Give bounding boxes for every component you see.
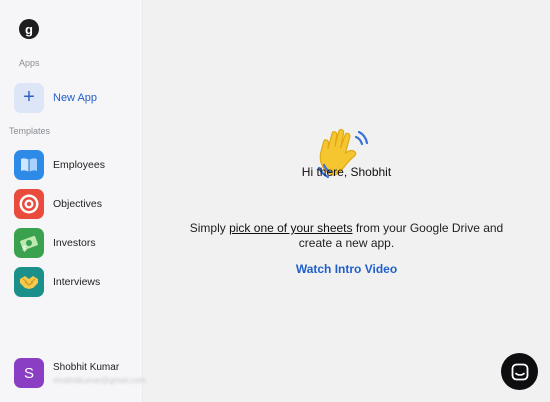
handshake-icon xyxy=(14,267,44,297)
money-icon: $ xyxy=(14,228,44,258)
main-panel: Hi there, Shobhit Simply pick one of you… xyxy=(143,0,550,402)
template-investors[interactable]: $ Investors xyxy=(14,228,96,258)
book-icon xyxy=(14,150,44,180)
template-employees[interactable]: Employees xyxy=(14,150,105,180)
chat-support-button[interactable] xyxy=(501,353,538,390)
template-label: Investors xyxy=(53,237,96,249)
template-label: Interviews xyxy=(53,276,101,288)
new-app-label: New App xyxy=(53,92,98,104)
message-mid: from your Google Drive and xyxy=(352,221,504,235)
avatar: S xyxy=(14,358,44,388)
message-line2: create a new app. xyxy=(298,236,395,250)
plus-icon: + xyxy=(14,83,44,113)
sidebar: g Apps + New App Templates Employees Obj… xyxy=(0,0,146,402)
templates-section-label: Templates xyxy=(9,126,51,136)
message-prefix: Simply xyxy=(189,221,230,235)
chat-icon xyxy=(511,363,528,380)
user-name: Shobhit Kumar xyxy=(53,361,120,373)
apps-section-label: Apps xyxy=(19,58,40,68)
template-interviews[interactable]: Interviews xyxy=(14,267,100,297)
watch-intro-video-link[interactable]: Watch Intro Video xyxy=(143,262,550,276)
pick-sheet-link[interactable]: pick one of your sheets xyxy=(229,221,352,235)
template-objectives[interactable]: Objectives xyxy=(14,189,102,219)
intro-message: Simply pick one of your sheets from your… xyxy=(143,221,550,251)
glide-logo[interactable]: g xyxy=(19,19,39,39)
user-email: shobhitkumar@gmail.com xyxy=(53,375,146,385)
user-account[interactable]: S Shobhit Kumar shobhitkumar@gmail.com xyxy=(14,358,146,388)
template-label: Objectives xyxy=(53,198,103,210)
target-icon xyxy=(14,189,44,219)
template-label: Employees xyxy=(53,159,105,171)
new-app-button[interactable]: + New App xyxy=(14,83,97,113)
greeting-heading: Hi there, Shobhit xyxy=(301,165,392,179)
svg-text:$: $ xyxy=(22,244,27,253)
